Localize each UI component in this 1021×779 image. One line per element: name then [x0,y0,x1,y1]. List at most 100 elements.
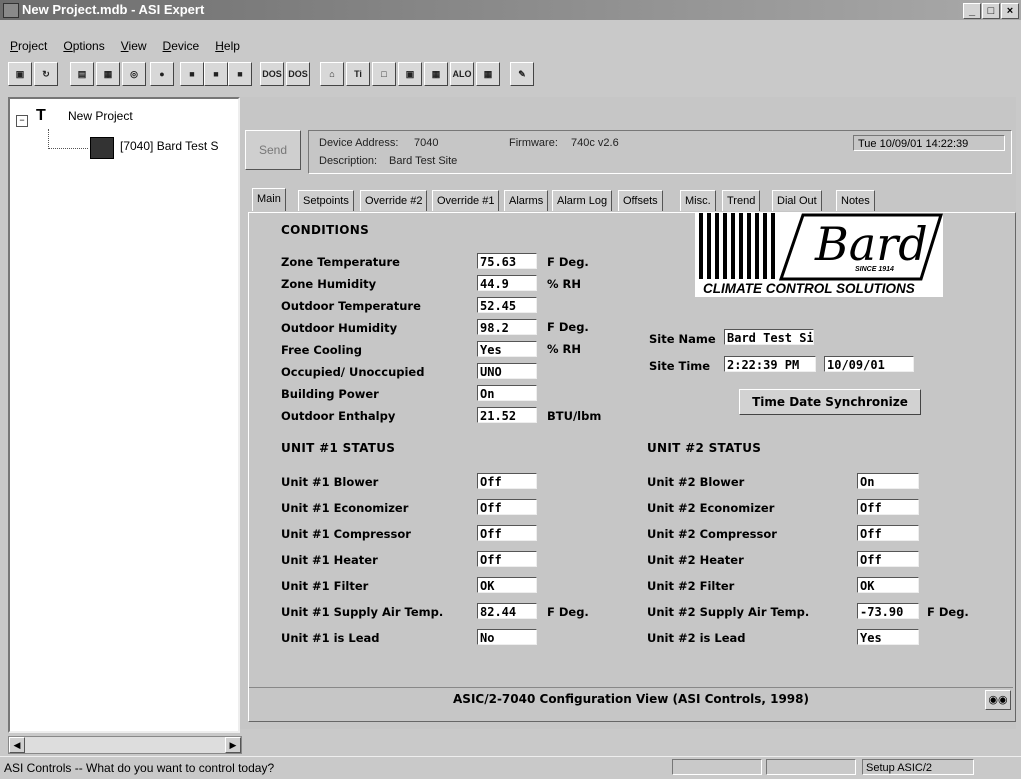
scroll-left-icon[interactable]: ◀ [9,737,25,753]
menu-options[interactable]: Options [63,39,104,53]
collapse-toggle[interactable]: − [16,115,28,127]
unit1-header: UNIT #1 STATUS [281,441,396,455]
unit-2-economizer-field[interactable]: Off [857,499,919,515]
save-icon[interactable]: ■ [180,62,204,86]
outdoor-enthalpy-field[interactable]: 21.52 [477,407,537,423]
minimize-button[interactable]: _ [963,3,981,19]
house-icon[interactable]: ⌂ [320,62,344,86]
panel-icon[interactable]: ▣ [398,62,422,86]
tree-hscrollbar[interactable]: ◀ ▶ [8,736,242,754]
unit-1-heater-field[interactable]: Off [477,551,537,567]
tab-alarms[interactable]: Alarms [504,190,549,211]
site-time-label: Site Time [649,359,711,373]
project-tree[interactable]: − T New Project [7040] Bard Test S [8,97,240,733]
window-icon[interactable]: ▣ [8,62,32,86]
window-controls: _ □ × [962,2,1019,19]
unit-1-economizer-field[interactable]: Off [477,499,537,515]
doc-icon[interactable]: ▤ [70,62,94,86]
save-as-icon[interactable]: ■ [228,62,252,86]
tab-dial-out[interactable]: Dial Out [772,190,822,211]
unit-1-filter-field[interactable]: OK [477,577,537,593]
menu-help[interactable]: Help [215,39,240,53]
tab-override-1[interactable]: Override #1 [432,190,500,211]
status-bar: ASI Controls -- What do you want to cont… [0,756,1021,779]
menu-project[interactable]: Project [10,39,47,53]
tab-override-2[interactable]: Override #2 [360,190,428,211]
plug-icon[interactable]: ● [150,62,174,86]
site-name-label: Site Name [649,332,716,346]
tab-main[interactable]: Main [252,188,286,211]
send-button[interactable]: Send [245,130,301,170]
outdoor-temp-unit: F Deg. [547,320,589,334]
zone-temperature-field[interactable]: 75.63 [477,253,537,269]
scroll-right-icon[interactable]: ▶ [225,737,241,753]
unit-1-is-lead-field[interactable]: No [477,629,537,645]
tab-notes[interactable]: Notes [836,190,875,211]
grid-icon[interactable]: ▦ [424,62,448,86]
display-icon[interactable]: □ [372,62,396,86]
status-panel-setup: Setup ASIC/2 [862,759,974,775]
unit-2-economizer-label: Unit #2 Economizer [647,501,775,515]
binoculars-icon[interactable]: ◎ [122,62,146,86]
chart-icon[interactable]: ▦ [96,62,120,86]
unit-1-blower-field[interactable]: Off [477,473,537,489]
app-icon[interactable] [3,3,19,18]
zone-humidity-unit: % RH [547,277,582,291]
tab-trend[interactable]: Trend [722,190,761,211]
device-address-label: Device Address: [319,137,399,149]
unit-1-filter-label: Unit #1 Filter [281,579,369,593]
time-date-sync-button[interactable]: Time Date Synchronize [739,389,921,415]
text-icon[interactable]: Ti [346,62,370,86]
free-cooling-field[interactable]: Yes [477,341,537,357]
main-tab-panel: CONDITIONS Zone Temperature 75.63 F Deg. Zo… [248,212,1016,722]
edit-icon[interactable]: ✎ [510,62,534,86]
alo-icon[interactable]: ALO [450,62,474,86]
tree-root[interactable]: New Project [68,109,133,123]
site-date-field[interactable]: 10/09/01 [824,356,914,372]
unit-1-supply-air-temp-label: Unit #1 Supply Air Temp. [281,605,444,619]
outdoor-enthalpy-label: Outdoor Enthalpy [281,409,396,423]
building-power-label: Building Power [281,387,379,401]
zone-humidity-label: Zone Humidity [281,277,377,291]
tab-setpoints[interactable]: Setpoints [298,190,354,211]
link-icon[interactable]: ◉◉ [985,690,1011,710]
tab-alarm-log[interactable]: Alarm Log [552,190,613,211]
unit-2-supply-air-temp-field[interactable]: -73.90 [857,603,919,619]
menu-device[interactable]: Device [163,39,200,53]
save-all-icon[interactable]: ■ [204,62,228,86]
unit-1-supply-air-temp-unit: F Deg. [547,605,589,619]
zone-humidity-field[interactable]: 44.9 [477,275,537,291]
tree-device-node[interactable]: [7040] Bard Test S [120,139,219,153]
outdoor-humidity-field[interactable]: 98.2 [477,319,537,335]
dos-icon[interactable]: DOS [260,62,284,86]
unit-1-blower-label: Unit #1 Blower [281,475,379,489]
unit-2-blower-field[interactable]: On [857,473,919,489]
dos2-icon[interactable]: DOS [286,62,310,86]
unit-2-is-lead-field[interactable]: Yes [857,629,919,645]
maximize-button[interactable]: □ [982,3,1000,19]
close-button[interactable]: × [1001,3,1019,19]
unit-2-heater-field[interactable]: Off [857,551,919,567]
unit-1-compressor-field[interactable]: Off [477,525,537,541]
tab-misc[interactable]: Misc. [680,190,716,211]
tab-offsets[interactable]: Offsets [618,190,663,211]
footer-bar: ASIC/2-7040 Configuration View (ASI Cont… [249,687,1013,710]
unit-1-supply-air-temp-field[interactable]: 82.44 [477,603,537,619]
unit-2-filter-field[interactable]: OK [857,577,919,593]
site-name-field[interactable]: Bard Test Site [724,329,814,345]
refresh-icon[interactable]: ↻ [34,62,58,86]
site-time-field[interactable]: 2:22:39 PM [724,356,816,372]
unit-2-compressor-field[interactable]: Off [857,525,919,541]
grid2-icon[interactable]: ▦ [476,62,500,86]
title-bar: New Project.mdb - ASI Expert _ □ × [0,0,1021,20]
unit-1-is-lead-label: Unit #1 is Lead [281,631,380,645]
bard-logo: Bard SINCE 1914 CLIMATE CONTROL SOLUTION… [695,213,944,297]
menu-view[interactable]: View [121,39,147,53]
outdoor-temperature-field[interactable]: 52.45 [477,297,537,313]
menu-bar: Project Options View Device Help [0,39,1021,57]
unit-2-supply-air-temp-label: Unit #2 Supply Air Temp. [647,605,810,619]
building-power-field[interactable]: On [477,385,537,401]
unit-2-is-lead-label: Unit #2 is Lead [647,631,746,645]
occupied-unoccupied-field[interactable]: UNO [477,363,537,379]
description-value: Bard Test Site [389,155,458,167]
